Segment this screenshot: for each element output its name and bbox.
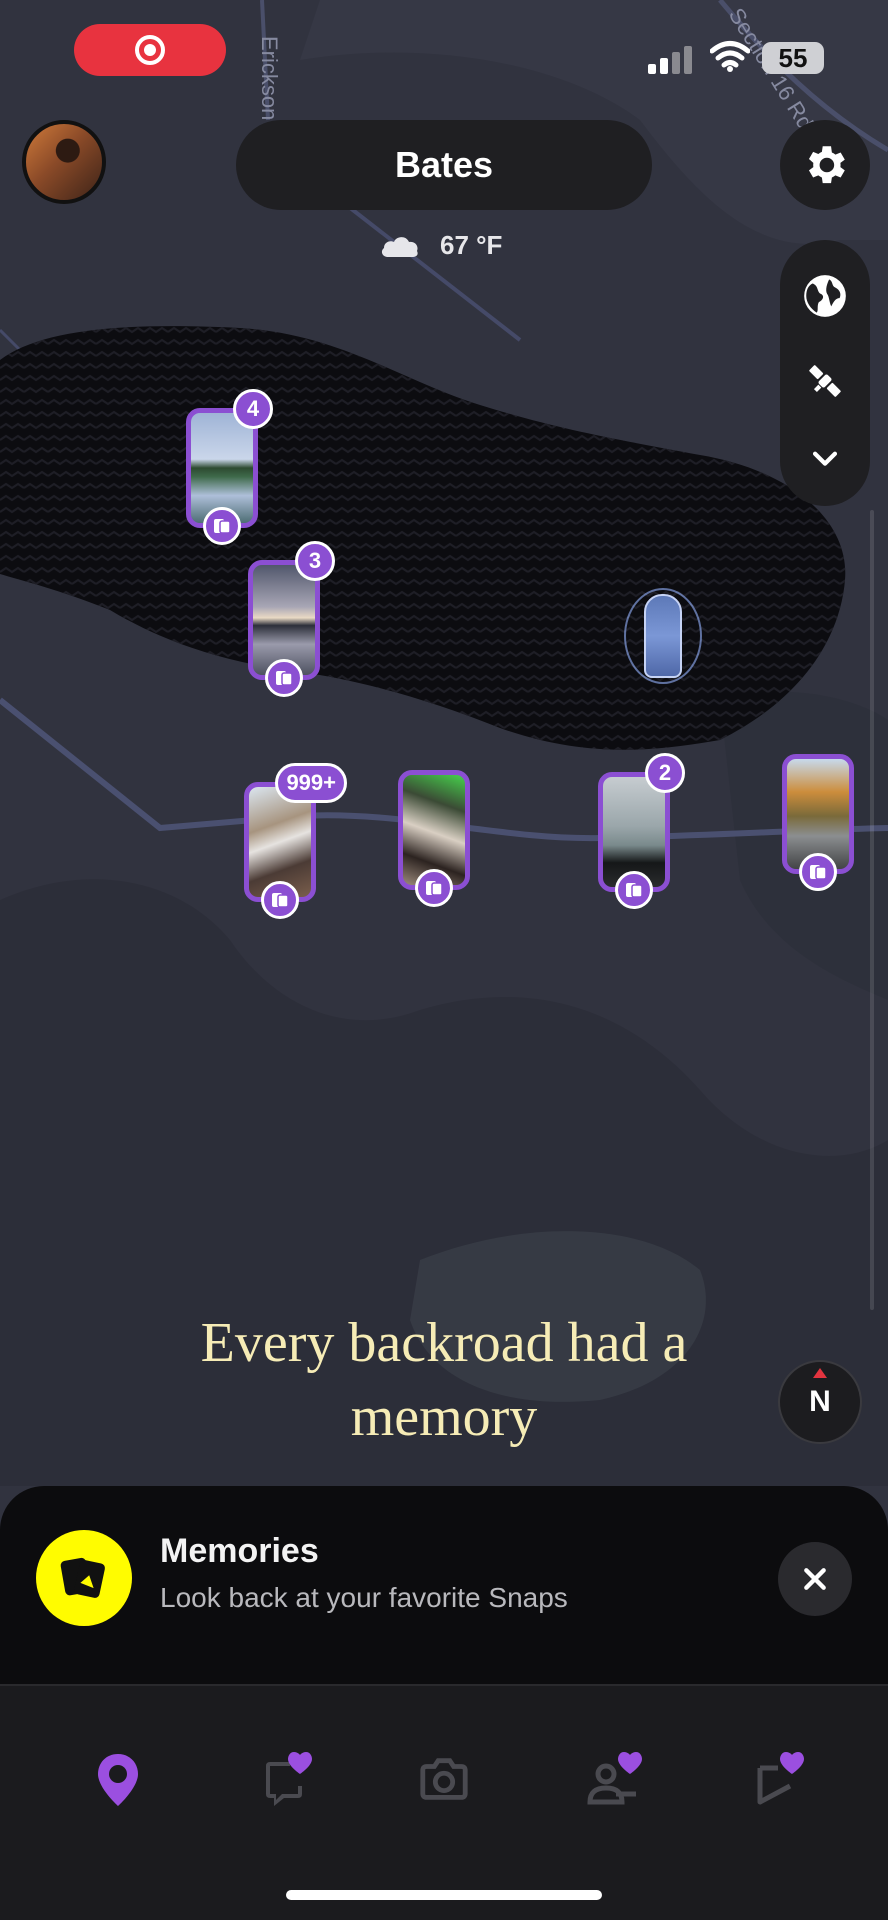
memories-badge-icon bbox=[615, 871, 653, 909]
wifi-icon bbox=[710, 41, 750, 72]
screen-recording-indicator[interactable] bbox=[74, 24, 226, 76]
memory-pin-rain-windshield[interactable]: 2 bbox=[598, 753, 685, 909]
battery-indicator: 55 bbox=[762, 42, 824, 74]
map-controls bbox=[780, 240, 870, 506]
friends-icon bbox=[587, 1752, 642, 1805]
pin-count-badge: 3 bbox=[295, 541, 335, 581]
memories-badge-icon bbox=[415, 869, 453, 907]
cloud-icon bbox=[381, 236, 418, 257]
record-icon bbox=[135, 35, 165, 65]
memory-pin-lake-2[interactable]: 3 bbox=[248, 541, 335, 697]
location-title[interactable]: Bates bbox=[236, 120, 652, 210]
pin-count-badge: 2 bbox=[645, 753, 685, 793]
memories-badge-icon bbox=[265, 659, 303, 697]
memories-subtitle: Look back at your favorite Snaps bbox=[160, 1582, 568, 1613]
nav-stories[interactable] bbox=[740, 1740, 820, 1820]
settings-button[interactable] bbox=[780, 120, 870, 210]
camera-icon bbox=[420, 1758, 468, 1800]
nav-map[interactable] bbox=[78, 1740, 158, 1820]
weather-temperature: 67 °F bbox=[440, 230, 503, 260]
satellite-icon[interactable] bbox=[800, 356, 850, 406]
memory-pin-lake-1[interactable]: 4 bbox=[186, 389, 273, 545]
caption-line-2: memory bbox=[350, 1386, 538, 1448]
gear-icon bbox=[808, 146, 845, 184]
map-caption: Every backroad had a memory bbox=[100, 1306, 788, 1454]
home-indicator[interactable] bbox=[286, 1890, 602, 1900]
boat-bitmoji[interactable] bbox=[624, 588, 702, 684]
memories-badge-icon bbox=[203, 507, 241, 545]
memories-title: Memories bbox=[160, 1532, 319, 1570]
avatar[interactable] bbox=[22, 120, 106, 204]
compass-button[interactable]: N bbox=[778, 1360, 862, 1444]
caption-line-1: Every backroad had a bbox=[200, 1312, 688, 1374]
road-label-erickson: Erickson bbox=[257, 36, 282, 120]
close-icon bbox=[804, 1568, 826, 1590]
nav-camera[interactable] bbox=[404, 1740, 484, 1820]
weather-indicator: 67 °F bbox=[380, 230, 502, 261]
memories-badge-icon bbox=[799, 853, 837, 891]
boat-icon bbox=[644, 594, 682, 678]
chat-icon bbox=[266, 1752, 312, 1806]
memory-pin-autumn-road[interactable] bbox=[782, 754, 854, 891]
compass-label: N bbox=[809, 1385, 831, 1418]
cellular-signal-icon bbox=[648, 44, 694, 74]
memories-icon bbox=[36, 1530, 132, 1626]
nav-chat[interactable] bbox=[248, 1740, 328, 1820]
globe-icon[interactable] bbox=[800, 271, 850, 321]
nav-friends[interactable] bbox=[576, 1740, 656, 1820]
close-button[interactable] bbox=[778, 1542, 852, 1616]
map-scroll-indicator bbox=[870, 510, 874, 1310]
memories-badge-icon bbox=[261, 881, 299, 919]
pin-count-badge: 4 bbox=[233, 389, 273, 429]
memory-pin-people[interactable]: 999+ bbox=[244, 763, 347, 919]
memory-pin-car-selfie[interactable] bbox=[398, 770, 470, 907]
chevron-down-icon[interactable] bbox=[808, 441, 842, 475]
pin-count-badge: 999+ bbox=[275, 763, 347, 803]
stories-icon bbox=[757, 1752, 804, 1805]
map-pin-icon bbox=[98, 1754, 138, 1806]
